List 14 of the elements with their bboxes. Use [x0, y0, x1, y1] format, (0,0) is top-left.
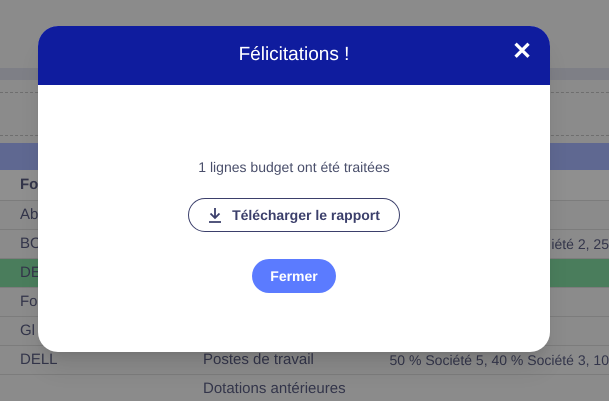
column-header: Fo	[19, 174, 38, 195]
close-button[interactable]: Fermer	[252, 259, 336, 293]
message-text: 1 lignes budget ont été traitées	[198, 158, 390, 177]
dialog-title: Félicitations !	[238, 43, 350, 68]
table-cell: Ab	[20, 206, 38, 223]
table-cell: Dotations antérieures	[203, 380, 346, 397]
table-cell: DELL	[20, 350, 58, 368]
table-cell-text: iété 2, 25	[551, 234, 609, 254]
table-cell: Gl	[20, 322, 35, 339]
table-cell: Fo	[20, 292, 38, 310]
download-report-button[interactable]: Télécharger le rapport	[188, 198, 400, 232]
table-cell-text: 50 % Société 5, 40 % Société 3, 10	[390, 350, 609, 370]
table-cell: Postes de travail	[203, 350, 314, 368]
download-icon	[208, 207, 222, 223]
